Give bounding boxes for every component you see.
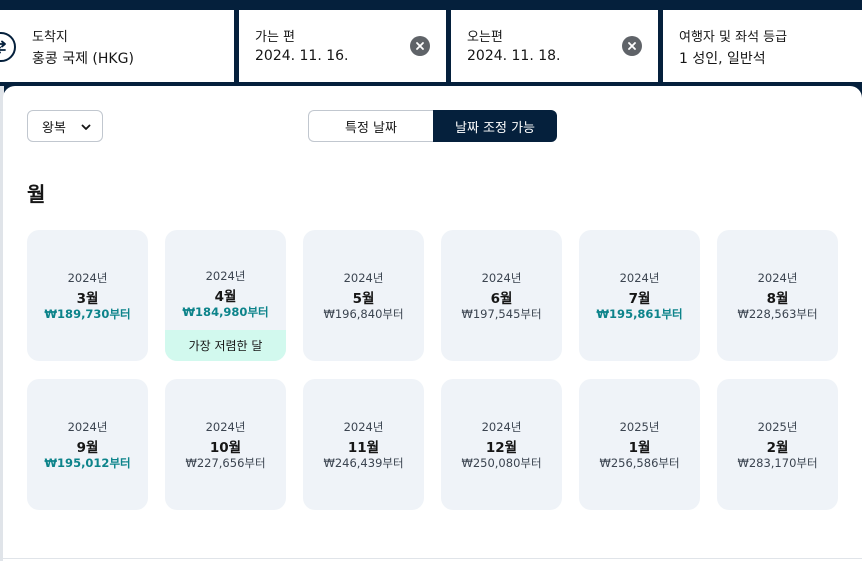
month-card-year: 2024년 [205,269,246,283]
swap-arrows-icon [0,40,6,54]
cheapest-month-badge: 가장 저렴한 달 [165,330,286,361]
month-card-month: 2월 [766,440,789,456]
travelers-value: 1 성인, 일반석 [679,51,766,67]
month-card[interactable]: 2024년 9월 ₩195,012부터 [27,379,148,510]
month-card-month: 12월 [485,440,518,456]
section-title: 월 [27,182,46,206]
month-card-year: 2024년 [205,420,246,434]
month-card[interactable]: 2024년 5월 ₩196,840부터 [303,230,424,361]
month-card[interactable]: 2024년 10월 ₩227,656부터 [165,379,286,510]
return-value: 2024. 11. 18. [467,48,561,64]
month-card[interactable]: 2025년 2월 ₩283,170부터 [717,379,838,510]
month-card-price: ₩195,861부터 [596,307,683,321]
month-card-year: 2024년 [343,271,384,285]
month-card-month: 3월 [76,291,99,307]
month-card-year: 2024년 [619,271,660,285]
flexible-date-tab[interactable]: 날짜 조정 가능 [433,110,557,142]
month-card[interactable]: 2024년 8월 ₩228,563부터 [717,230,838,361]
month-card-price: ₩197,545부터 [461,307,542,321]
date-picker-panel: 왕복 특정 날짜 날짜 조정 가능 월 2024년 3월 ₩189,730부터 202… [3,86,862,561]
month-card-month: 8월 [766,291,789,307]
depart-label: 가는 편 [255,30,296,45]
month-card-year: 2024년 [67,420,108,434]
month-card-price: ₩256,586부터 [599,456,680,470]
month-card[interactable]: 2024년 6월 ₩197,545부터 [441,230,562,361]
trip-type-value: 왕복 [42,120,66,136]
month-card[interactable]: 2024년 3월 ₩189,730부터 [27,230,148,361]
swap-button[interactable] [0,32,16,62]
month-card-price: ₩189,730부터 [44,307,131,321]
month-card-month: 1월 [628,440,651,456]
divider [3,558,862,559]
specific-date-tab[interactable]: 특정 날짜 [308,110,433,142]
top-bar [0,0,862,10]
travelers-label: 여행자 및 좌석 등급 [679,30,788,45]
return-date-field[interactable]: 오는편 2024. 11. 18. [451,10,658,82]
month-card-year: 2024년 [757,271,798,285]
month-card[interactable]: 2025년 1월 ₩256,586부터 [579,379,700,510]
month-card[interactable]: 2024년 11월 ₩246,439부터 [303,379,424,510]
return-label: 오는편 [467,30,503,45]
month-card-price: ₩228,563부터 [737,307,818,321]
date-mode-toggle: 특정 날짜 날짜 조정 가능 [308,110,557,142]
month-card-price: ₩196,840부터 [323,307,404,321]
destination-field[interactable]: 도착지 홍콩 국제 (HKG) [0,10,234,82]
month-card-price: ₩195,012부터 [44,456,131,470]
month-card-month: 4월 [214,289,237,305]
destination-value: 홍콩 국제 (HKG) [32,51,134,67]
month-card[interactable]: 2024년 12월 ₩250,080부터 [441,379,562,510]
month-card-year: 2025년 [757,420,798,434]
month-card-year: 2025년 [619,420,660,434]
month-card-month: 9월 [76,440,99,456]
trip-type-select[interactable]: 왕복 [27,110,103,142]
month-card-year: 2024년 [481,271,522,285]
chevron-down-icon [81,124,91,130]
clear-x-icon [416,42,424,50]
month-card-month: 6월 [490,291,513,307]
month-card[interactable]: 2024년 7월 ₩195,861부터 [579,230,700,361]
month-card-month: 5월 [352,291,375,307]
month-card-year: 2024년 [343,420,384,434]
month-card[interactable]: 2024년 4월 ₩184,980부터가장 저렴한 달 [165,230,286,361]
month-card-price: ₩184,980부터 [182,305,269,319]
month-card-price: ₩250,080부터 [461,456,542,470]
clear-depart-button[interactable] [410,36,430,56]
depart-value: 2024. 11. 16. [255,48,349,64]
travelers-field[interactable]: 여행자 및 좌석 등급 1 성인, 일반석 [663,10,862,82]
month-card-price: ₩246,439부터 [323,456,404,470]
month-card-month: 7월 [628,291,651,307]
month-card-month: 11월 [347,440,380,456]
depart-date-field[interactable]: 가는 편 2024. 11. 16. [239,10,446,82]
month-card-year: 2024년 [67,271,108,285]
month-card-price: ₩283,170부터 [737,456,818,470]
month-card-month: 10월 [209,440,242,456]
month-card-year: 2024년 [481,420,522,434]
month-card-price: ₩227,656부터 [185,456,266,470]
clear-return-button[interactable] [622,36,642,56]
clear-x-icon [628,42,636,50]
destination-label: 도착지 [32,30,68,45]
